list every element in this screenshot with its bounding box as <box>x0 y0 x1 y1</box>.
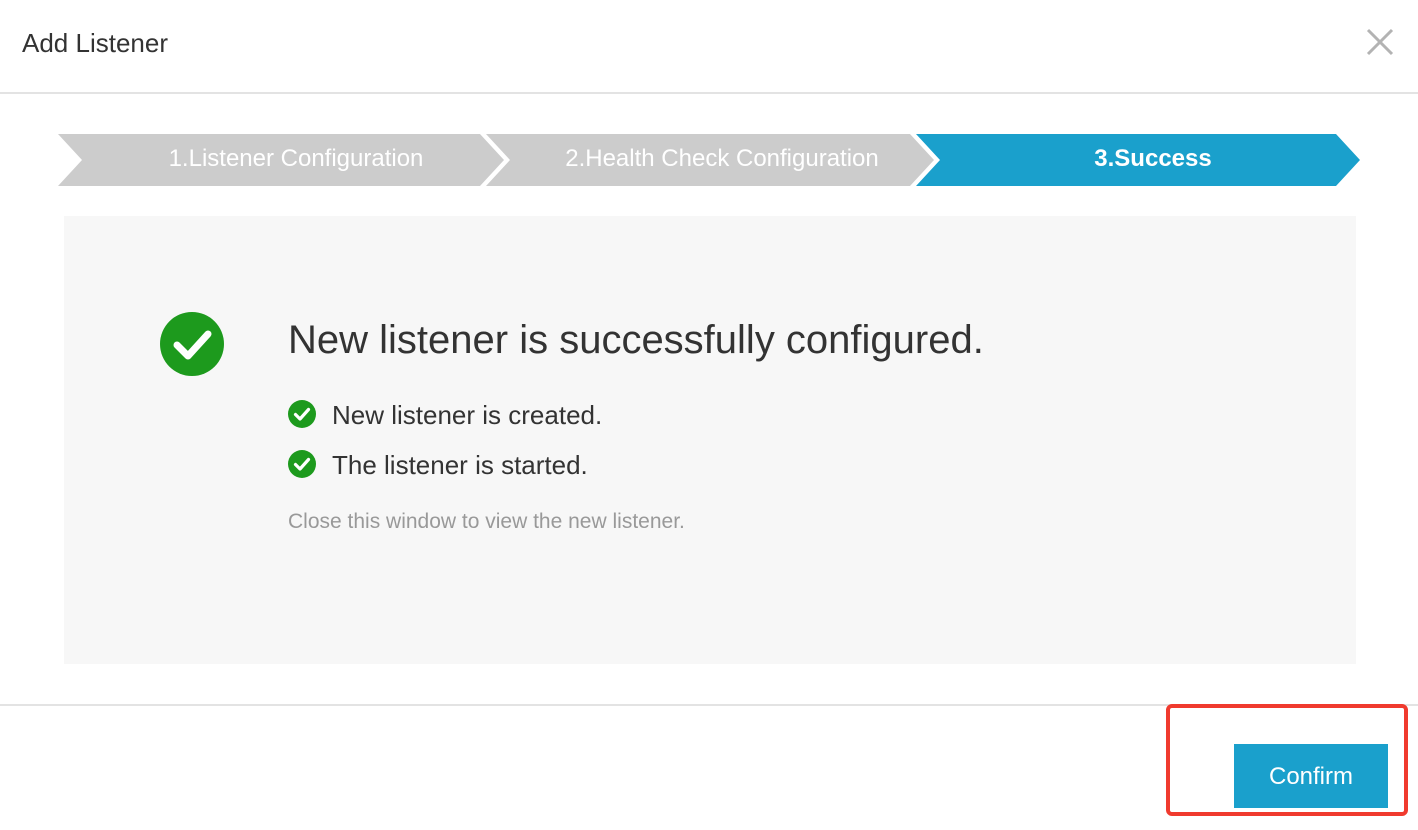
step-listener-configuration[interactable]: 1.Listener Configuration <box>82 134 510 186</box>
step-health-check-configuration[interactable]: 2.Health Check Configuration <box>510 134 934 186</box>
wizard-steps: 1.Listener Configuration 2.Health Check … <box>0 134 1418 186</box>
success-headline: New listener is successfully configured. <box>288 318 984 362</box>
confirm-button[interactable]: Confirm <box>1234 744 1388 808</box>
check-circle-icon <box>288 450 316 478</box>
dialog-header: Add Listener <box>0 0 1418 94</box>
dialog-title: Add Listener <box>22 28 168 58</box>
check-circle-icon <box>288 400 316 428</box>
result-item-text: New listener is created. <box>332 400 603 430</box>
result-panel: New listener is successfully configured.… <box>64 216 1356 664</box>
close-window-note: Close this window to view the new listen… <box>288 510 685 533</box>
step-success[interactable]: 3.Success <box>940 134 1366 186</box>
add-listener-dialog: Add Listener 1.Listener Configuration 2.… <box>0 0 1418 830</box>
success-check-icon <box>160 312 224 376</box>
result-item-text: The listener is started. <box>332 450 588 480</box>
close-icon[interactable] <box>1364 26 1396 58</box>
